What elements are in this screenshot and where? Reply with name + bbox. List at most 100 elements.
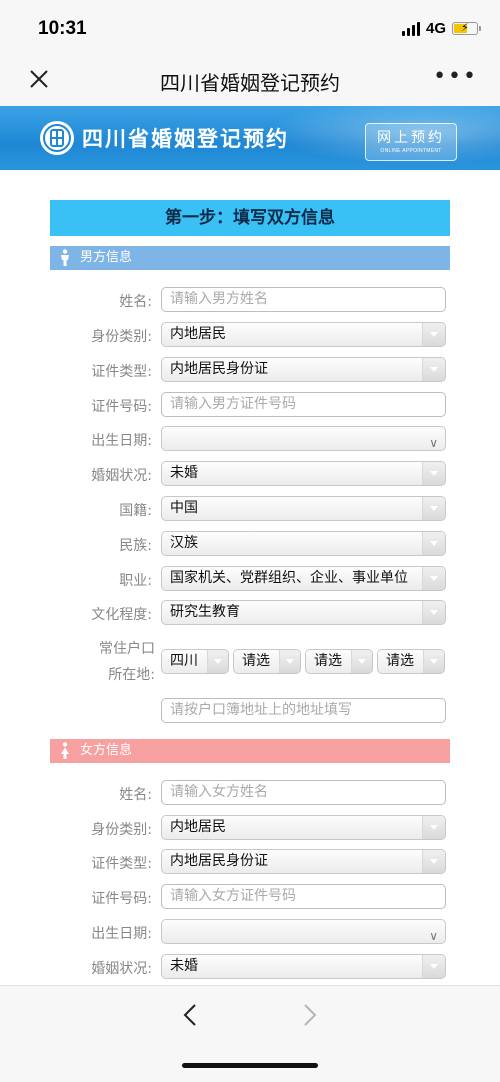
female-section-header: 女方信息 (50, 739, 450, 763)
residence-district-select[interactable]: 请选 (305, 649, 373, 674)
female-cert-no-row: 证件号码: 请输入女方证件号码 (50, 884, 450, 910)
dropdown-caret-icon (430, 506, 438, 511)
female-id-kind-row: 身份类别: 内地居民 (50, 815, 450, 841)
male-occupation-label: 职业: (119, 573, 152, 589)
male-id-kind-row: 身份类别: 内地居民 (50, 322, 450, 348)
nav-bar: 四川省婚姻登记预约 ••• (0, 56, 500, 106)
online-appointment-badge: 网上预约 ONLINE APPOINTMENT (365, 123, 457, 161)
residence-address-row: 请按户口簿地址上的地址填写 (50, 698, 450, 724)
female-cert-type-label: 证件类型: (91, 856, 152, 872)
male-occupation-row: 职业: 国家机关、党群组织、企业、事业单位 (50, 566, 450, 592)
female-id-kind-value: 内地居民 (170, 819, 226, 835)
male-nationality-select[interactable]: 中国 (161, 496, 446, 521)
dropdown-caret-icon (430, 332, 438, 337)
female-marital-label: 婚姻状况: (91, 961, 152, 977)
male-education-value: 研究生教育 (170, 604, 240, 620)
male-education-label: 文化程度: (91, 607, 152, 623)
dropdown-caret-icon (430, 541, 438, 546)
residence-town-value: 请选 (386, 653, 414, 669)
forward-icon[interactable] (300, 1002, 320, 1028)
male-cert-no-row: 证件号码: 请输入男方证件号码 (50, 392, 450, 418)
male-occupation-select[interactable]: 国家机关、党群组织、企业、事业单位 (161, 566, 446, 591)
civil-affairs-logo-icon (40, 121, 74, 155)
page-title: 四川省婚姻登记预约 (160, 71, 340, 95)
back-icon[interactable] (180, 1002, 200, 1028)
male-id-kind-select[interactable]: 内地居民 (161, 322, 446, 347)
dropdown-caret-icon (214, 659, 222, 664)
female-cert-type-select[interactable]: 内地居民身份证 (161, 849, 446, 874)
badge-main-text: 网上预约 (377, 130, 445, 146)
status-bar: 10:31 4G ⚡ (0, 0, 500, 56)
female-name-row: 姓名: 请输入女方姓名 (50, 780, 450, 806)
calendar-chevron-icon: ∨ (429, 436, 438, 450)
male-cert-no-label: 证件号码: (91, 399, 152, 415)
male-section-title: 男方信息 (80, 250, 133, 265)
residence-town-select[interactable]: 请选 (377, 649, 445, 674)
male-birth-date-picker[interactable]: ∨ (161, 426, 446, 451)
female-cert-type-row: 证件类型: 内地居民身份证 (50, 849, 450, 875)
male-name-label: 姓名: (119, 294, 152, 310)
male-occupation-value: 国家机关、党群组织、企业、事业单位 (170, 570, 408, 586)
banner-title: 四川省婚姻登记预约 (82, 127, 289, 151)
step-header: 第一步：填写双方信息 (50, 200, 450, 236)
male-marital-select[interactable]: 未婚 (161, 461, 446, 486)
male-cert-type-value: 内地居民身份证 (170, 361, 268, 377)
male-marital-row: 婚姻状况: 未婚 (50, 461, 450, 487)
dropdown-caret-icon (430, 576, 438, 581)
female-section-title: 女方信息 (80, 743, 133, 758)
dropdown-caret-icon (358, 659, 366, 664)
network-type: 4G (425, 20, 446, 37)
female-birth-date-picker[interactable]: ∨ (161, 919, 446, 944)
residence-city-value: 请选 (242, 653, 270, 669)
dropdown-caret-icon (430, 610, 438, 615)
female-id-kind-select[interactable]: 内地居民 (161, 815, 446, 840)
battery-icon: ⚡ (452, 21, 481, 35)
male-cert-type-select[interactable]: 内地居民身份证 (161, 357, 446, 382)
male-nationality-row: 国籍: 中国 (50, 496, 450, 522)
badge-sub-text: ONLINE APPOINTMENT (380, 148, 442, 154)
male-cert-no-input[interactable]: 请输入男方证件号码 (161, 392, 446, 417)
female-name-label: 姓名: (119, 787, 152, 803)
female-name-input[interactable]: 请输入女方姓名 (161, 780, 446, 805)
female-marital-select[interactable]: 未婚 (161, 954, 446, 979)
female-person-icon (61, 742, 69, 759)
calendar-chevron-icon: ∨ (429, 929, 438, 943)
home-indicator (182, 1063, 318, 1068)
residence-address-input[interactable]: 请按户口簿地址上的地址填写 (161, 698, 446, 723)
male-ethnicity-row: 民族: 汉族 (50, 531, 450, 557)
male-name-row: 姓名: 请输入男方姓名 (50, 287, 450, 313)
female-cert-type-value: 内地居民身份证 (170, 853, 268, 869)
dropdown-caret-icon (430, 964, 438, 969)
status-time: 10:31 (38, 18, 87, 39)
male-ethnicity-select[interactable]: 汉族 (161, 531, 446, 556)
residence-label-line2: 所在地: (108, 667, 155, 683)
male-marital-label: 婚姻状况: (91, 468, 152, 484)
residence-city-select[interactable]: 请选 (233, 649, 301, 674)
female-marital-row: 婚姻状况: 未婚 (50, 954, 450, 980)
female-id-kind-label: 身份类别: (91, 822, 152, 838)
female-marital-value: 未婚 (170, 958, 198, 974)
male-education-select[interactable]: 研究生教育 (161, 600, 446, 625)
signal-icon (401, 21, 420, 36)
male-name-input[interactable]: 请输入男方姓名 (161, 287, 446, 312)
dropdown-caret-icon (430, 659, 438, 664)
female-cert-no-input[interactable]: 请输入女方证件号码 (161, 884, 446, 909)
more-icon[interactable]: ••• (433, 64, 478, 89)
female-cert-no-label: 证件号码: (91, 891, 152, 907)
male-nationality-label: 国籍: (119, 503, 152, 519)
residence-district-value: 请选 (314, 653, 342, 669)
header-banner: 四川省婚姻登记预约 网上预约 ONLINE APPOINTMENT (0, 106, 500, 170)
female-birth-label: 出生日期: (91, 926, 152, 942)
male-marital-value: 未婚 (170, 465, 198, 481)
male-ethnicity-label: 民族: (119, 538, 152, 554)
dropdown-caret-icon (430, 859, 438, 864)
male-nationality-value: 中国 (170, 500, 198, 516)
male-id-kind-label: 身份类别: (91, 329, 152, 345)
male-ethnicity-value: 汉族 (170, 535, 198, 551)
residence-province-select[interactable]: 四川 (161, 649, 229, 674)
male-section-header: 男方信息 (50, 246, 450, 270)
male-person-icon (61, 249, 69, 266)
dropdown-caret-icon (286, 659, 294, 664)
status-indicators: 4G ⚡ (401, 20, 481, 37)
male-cert-type-label: 证件类型: (91, 364, 152, 380)
